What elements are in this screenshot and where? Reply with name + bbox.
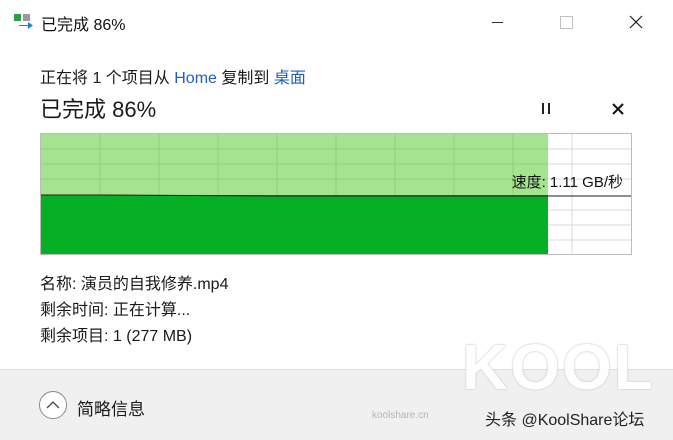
chevron-up-icon [46,401,60,409]
progress-status: 已完成 86% [40,97,157,122]
source-link[interactable]: Home [174,70,217,87]
items-remaining: 剩余项目: 1 (277 MB) [40,328,193,345]
cancel-icon [612,103,624,115]
close-button[interactable] [613,0,659,44]
watermark-site: koolshare.cn [372,410,429,421]
copy-description-middle: 复制到 [216,70,274,87]
file-copy-icon [14,14,33,29]
copy-description: 正在将 1 个项目从 Home 复制到 桌面 [40,64,306,88]
collapse-details-button[interactable] [39,391,67,419]
title-bar: 已完成 86% [0,0,673,44]
speed-label: 速度: 1.11 GB/秒 [511,174,623,191]
close-icon [629,15,643,29]
transfer-speed-graph: 速度: 1.11 GB/秒 [40,133,632,255]
window-title: 已完成 86% [41,17,126,34]
maximize-icon [559,15,573,29]
maximize-button[interactable] [543,0,589,44]
graph-grid [41,134,631,254]
copy-description-prefix: 正在将 1 个项目从 [40,70,175,87]
time-remaining: 剩余时间: 正在计算... [40,302,191,319]
cancel-button[interactable] [606,97,630,121]
watermark-logo: KOOL [462,331,655,403]
minimize-button[interactable] [474,0,520,44]
pause-icon [540,102,552,114]
file-name: 名称: 演员的自我修养.mp4 [40,276,229,293]
watermark-credit: 头条 @KoolShare论坛 [485,412,645,429]
minimize-icon [491,21,503,23]
pause-button[interactable] [535,97,557,119]
fewer-details-link[interactable]: 简略信息 [77,395,145,420]
destination-link[interactable]: 桌面 [274,70,306,87]
transfer-details: 名称: 演员的自我修养.mp4 剩余时间: 正在计算... 剩余项目: 1 (2… [40,272,228,350]
